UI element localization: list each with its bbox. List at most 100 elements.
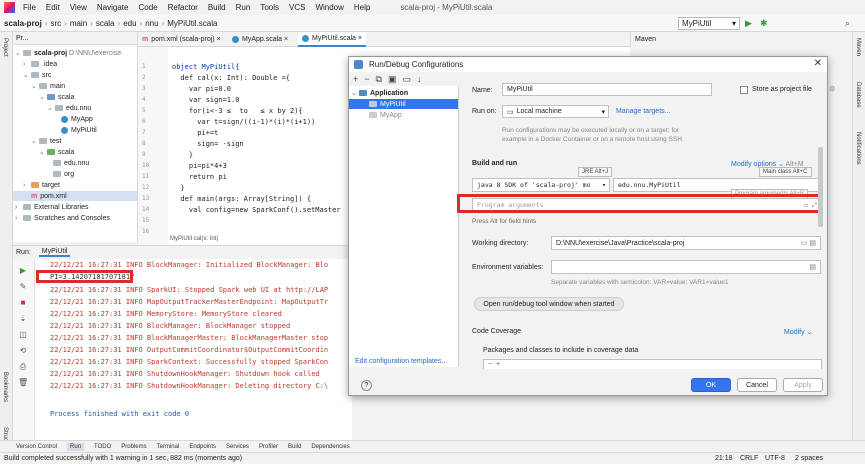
- breadcrumb-project[interactable]: scala-proj: [4, 19, 42, 28]
- menu-vcs[interactable]: VCS: [289, 3, 305, 12]
- run-debug-configurations-dialog: Run/Debug Configurations ✕ + − ⧉ ▣ ▭ ↓ ⌄…: [348, 56, 835, 396]
- tree-item-main-edu-nnu[interactable]: ⌄ edu.nnu: [47, 103, 91, 113]
- tool-build[interactable]: Build: [288, 444, 301, 450]
- working-directory-input[interactable]: D:\NNU\exercise\Java\Practice\scala-proj…: [551, 236, 821, 250]
- menu-run[interactable]: Run: [236, 3, 251, 12]
- menu-tools[interactable]: Tools: [260, 3, 279, 12]
- environment-variables-input[interactable]: ▤: [551, 260, 821, 274]
- menu-edit[interactable]: Edit: [46, 3, 60, 12]
- wrench-icon[interactable]: ✎: [18, 283, 28, 291]
- notifications-tool-button[interactable]: Notifications: [855, 132, 861, 165]
- close-icon[interactable]: ✕: [814, 58, 822, 69]
- tab-pom[interactable]: m pom.xml (scala-proj) ×: [138, 32, 225, 47]
- sort-icon[interactable]: ↓: [417, 74, 422, 84]
- line-separator[interactable]: CRLF: [740, 455, 758, 462]
- tree-item-main[interactable]: ⌄ main: [31, 81, 65, 91]
- status-message[interactable]: Build completed successfully with 1 warn…: [4, 455, 242, 462]
- jre-select[interactable]: java 8 SDK of 'scala-proj' mo ▾: [472, 178, 610, 192]
- debug-icon[interactable]: ✱: [760, 18, 768, 29]
- tool-dependencies[interactable]: Dependencies: [311, 444, 349, 450]
- indent-setting[interactable]: 2 spaces: [795, 455, 823, 462]
- menu-build[interactable]: Build: [208, 3, 226, 12]
- tree-item-test[interactable]: ⌄ test: [31, 136, 61, 146]
- breadcrumb-src[interactable]: src: [50, 19, 61, 28]
- tree-item-myapp[interactable]: MyApp: [61, 114, 93, 124]
- config-item-mypiutil[interactable]: MyPiUtil: [349, 99, 458, 109]
- tree-item-scratches[interactable]: › Scratches and Consoles: [15, 213, 110, 223]
- tool-todo[interactable]: TODO: [94, 444, 111, 450]
- menu-view[interactable]: View: [70, 3, 87, 12]
- open-tool-window-chip[interactable]: Open run/debug tool window when started: [474, 297, 624, 311]
- help-icon[interactable]: ?: [361, 380, 372, 391]
- remove-icon[interactable]: −: [364, 74, 369, 84]
- tree-item-pom[interactable]: m pom.xml: [13, 191, 137, 201]
- breadcrumb-edu[interactable]: edu: [123, 19, 136, 28]
- tree-item-mypiutil[interactable]: MyPiUtil: [61, 125, 97, 135]
- save-icon[interactable]: ▣: [388, 74, 397, 85]
- settings-gear-icon[interactable]: ⚙: [829, 85, 835, 93]
- ok-button[interactable]: OK: [691, 378, 731, 392]
- project-tool-button[interactable]: Project: [2, 38, 8, 57]
- folder-icon[interactable]: ▭: [402, 74, 411, 85]
- database-tool-button[interactable]: Database: [855, 82, 861, 108]
- code-breadcrumb[interactable]: MyPiUtil cal(x: Int): [170, 236, 218, 242]
- stop-icon[interactable]: ■: [18, 299, 28, 307]
- camera-icon[interactable]: ◫: [18, 331, 28, 339]
- coverage-modify-link[interactable]: Modify ⌄: [784, 328, 812, 336]
- trash-icon[interactable]: 🗑: [18, 379, 28, 387]
- scroll-to-end-icon[interactable]: ⇣: [18, 315, 28, 323]
- tab-myapp[interactable]: MyApp.scala ×: [228, 32, 292, 47]
- tool-run[interactable]: Run: [67, 442, 85, 451]
- menu-window[interactable]: Window: [315, 3, 343, 12]
- tool-terminal[interactable]: Terminal: [157, 444, 180, 450]
- menu-file[interactable]: File: [23, 3, 36, 12]
- breadcrumb-main[interactable]: main: [70, 19, 87, 28]
- tree-item-idea[interactable]: › .idea: [23, 59, 57, 69]
- breadcrumb-scala[interactable]: scala: [96, 19, 115, 28]
- config-item-myapp[interactable]: MyApp: [369, 110, 402, 120]
- dialog-scrollbar[interactable]: [818, 147, 823, 227]
- search-icon[interactable]: ⌕: [845, 18, 850, 29]
- tool-profiler[interactable]: Profiler: [259, 444, 278, 450]
- tool-version-control[interactable]: Version Control: [16, 444, 57, 450]
- menu-code[interactable]: Code: [138, 3, 157, 12]
- tree-item-external-libraries[interactable]: › External Libraries: [15, 202, 88, 212]
- restore-layout-icon[interactable]: ⟲: [18, 347, 28, 355]
- rerun-icon[interactable]: ▶: [18, 267, 28, 275]
- breadcrumb-nnu[interactable]: nnu: [145, 19, 158, 28]
- run-icon[interactable]: ▶: [745, 18, 752, 29]
- tree-item-org[interactable]: org: [53, 169, 74, 179]
- tree-item-target[interactable]: › target: [23, 180, 60, 190]
- tree-item-scala-proj[interactable]: ⌄ scala-proj D:\NNU\exercise: [15, 48, 121, 58]
- bookmarks-tool-button[interactable]: Bookmarks: [2, 372, 8, 402]
- tool-problems[interactable]: Problems: [121, 444, 146, 450]
- tree-item-test-scala[interactable]: ⌄ scala: [39, 147, 74, 157]
- tree-item-test-edu-nnu[interactable]: edu.nnu: [53, 158, 89, 168]
- run-on-select[interactable]: ▭ Local machine ▾: [502, 105, 609, 118]
- menu-navigate[interactable]: Navigate: [97, 3, 129, 12]
- coverage-packages-list[interactable]: − +: [483, 359, 822, 369]
- edit-templates-link[interactable]: Edit configuration templates...: [355, 358, 447, 365]
- menu-help[interactable]: Help: [354, 3, 370, 12]
- caret-position[interactable]: 21:18: [715, 455, 733, 462]
- tab-mypiutil[interactable]: MyPiUtil.scala ×: [298, 32, 366, 47]
- apply-button[interactable]: Apply: [783, 378, 823, 392]
- name-input[interactable]: MyPiUtil: [502, 83, 712, 96]
- tool-endpoints[interactable]: Endpoints: [189, 444, 216, 450]
- tool-services[interactable]: Services: [226, 444, 249, 450]
- run-configuration-selector[interactable]: MyPiUtil ▾: [678, 17, 740, 30]
- run-tab-mypiutil[interactable]: MyPiUtil: [38, 248, 71, 257]
- manage-targets-link[interactable]: Manage targets...: [616, 108, 670, 115]
- maven-tool-button[interactable]: Maven: [855, 38, 861, 56]
- add-icon[interactable]: +: [353, 74, 358, 84]
- store-as-project-file-checkbox[interactable]: [740, 86, 748, 94]
- file-encoding[interactable]: UTF-8: [765, 455, 785, 462]
- breadcrumb-file[interactable]: MyPiUtil.scala: [167, 19, 217, 28]
- tree-item-main-scala[interactable]: ⌄ scala: [39, 92, 74, 102]
- tree-group-application[interactable]: ⌄ Application: [351, 88, 408, 98]
- tree-item-src[interactable]: ⌄ src: [23, 70, 51, 80]
- print-icon[interactable]: ⎙: [18, 363, 28, 371]
- menu-refactor[interactable]: Refactor: [168, 3, 198, 12]
- copy-icon[interactable]: ⧉: [376, 74, 382, 85]
- cancel-button[interactable]: Cancel: [737, 378, 777, 392]
